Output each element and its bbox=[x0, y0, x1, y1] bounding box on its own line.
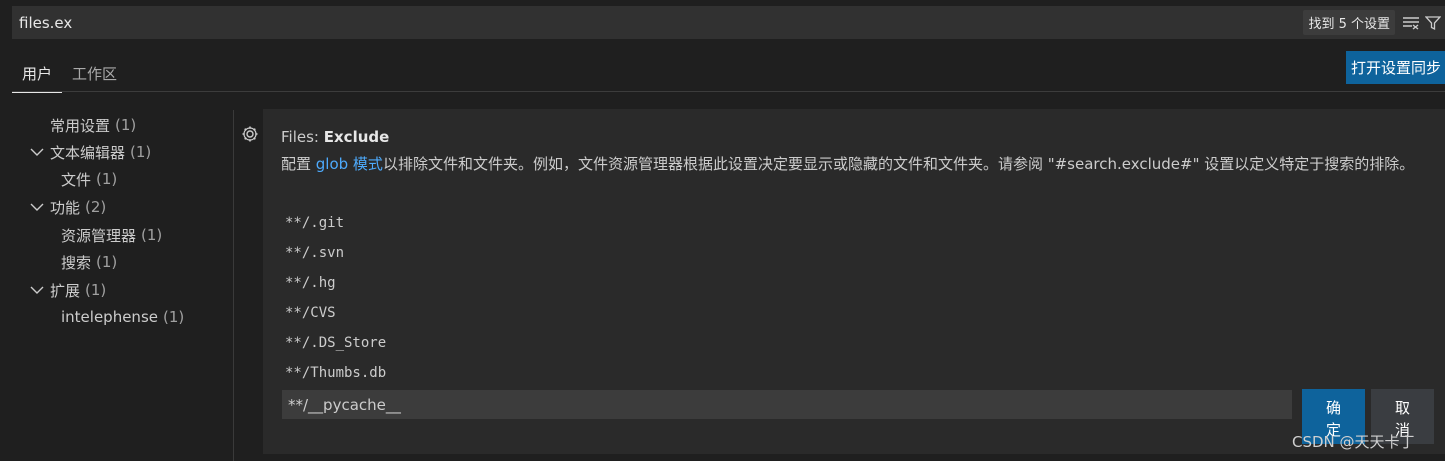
tree-item-features[interactable]: 功能 (2) bbox=[29, 194, 106, 220]
exclude-pattern-item[interactable]: **/Thumbs.db bbox=[285, 365, 386, 381]
chevron-down-icon bbox=[29, 145, 47, 159]
tree-item-common[interactable]: 常用设置 (1) bbox=[50, 112, 136, 138]
exclude-pattern-item[interactable]: **/CVS bbox=[285, 305, 336, 321]
tree-item-text-editor[interactable]: 文本编辑器 (1) bbox=[29, 139, 151, 165]
exclude-pattern-item[interactable]: **/.git bbox=[285, 215, 344, 231]
tree-item-search[interactable]: 搜索 (1) bbox=[61, 249, 117, 275]
filter-icon[interactable] bbox=[1423, 14, 1443, 32]
setting-name: Exclude bbox=[323, 128, 390, 146]
tab-user[interactable]: 用户 bbox=[12, 58, 63, 93]
tab-workspace[interactable]: 工作区 bbox=[62, 58, 127, 92]
chevron-down-icon bbox=[29, 283, 47, 297]
tree-item-label: 常用设置 bbox=[50, 116, 111, 135]
exclude-pattern-item[interactable]: **/.hg bbox=[285, 275, 336, 291]
setting-title: Files: Exclude bbox=[281, 128, 390, 146]
chevron-down-icon bbox=[29, 200, 47, 214]
tree-item-label: intelephense bbox=[61, 308, 158, 326]
settings-scope-tabs: 用户 工作区 bbox=[12, 58, 1445, 93]
tree-item-label: 搜索 bbox=[61, 253, 92, 272]
tree-item-files[interactable]: 文件 (1) bbox=[61, 166, 117, 192]
clear-filter-icon[interactable] bbox=[1401, 14, 1421, 32]
setting-description: 配置 glob 模式以排除文件和文件夹。例如，文件资源管理器根据此设置决定要显示… bbox=[281, 155, 1415, 173]
tree-item-label: 扩展 bbox=[50, 281, 81, 300]
tree-item-explorer[interactable]: 资源管理器 (1) bbox=[61, 222, 162, 248]
result-count-badge: 找到 5 个设置 bbox=[1303, 10, 1395, 35]
tree-item-label: 文本编辑器 bbox=[50, 143, 126, 162]
exclude-pattern-item[interactable]: **/.DS_Store bbox=[285, 335, 386, 351]
tree-item-intelephense[interactable]: intelephense (1) bbox=[61, 304, 184, 330]
exclude-pattern-item[interactable]: **/.svn bbox=[285, 245, 344, 261]
tree-item-label: 资源管理器 bbox=[61, 226, 137, 245]
tree-divider bbox=[233, 110, 234, 461]
glob-pattern-link[interactable]: glob 模式 bbox=[316, 155, 383, 173]
settings-search-input[interactable] bbox=[12, 6, 1304, 39]
settings-tree: 常用设置 (1) 文本编辑器 (1) 文件 (1) 功能 (2) 资源管理器 (1) 搜索… bbox=[0, 110, 233, 461]
gear-icon[interactable] bbox=[240, 124, 260, 144]
search-bar: 找到 5 个设置 bbox=[12, 6, 1445, 39]
exclude-pattern-input[interactable] bbox=[282, 390, 1292, 419]
settings-sync-button[interactable]: 打开设置同步 bbox=[1346, 51, 1445, 84]
tree-item-extensions[interactable]: 扩展 (1) bbox=[29, 277, 106, 303]
tree-item-label: 文件 bbox=[61, 170, 92, 189]
watermark: CSDN @天天卡丁 bbox=[1292, 433, 1415, 451]
tree-item-label: 功能 bbox=[50, 198, 81, 217]
